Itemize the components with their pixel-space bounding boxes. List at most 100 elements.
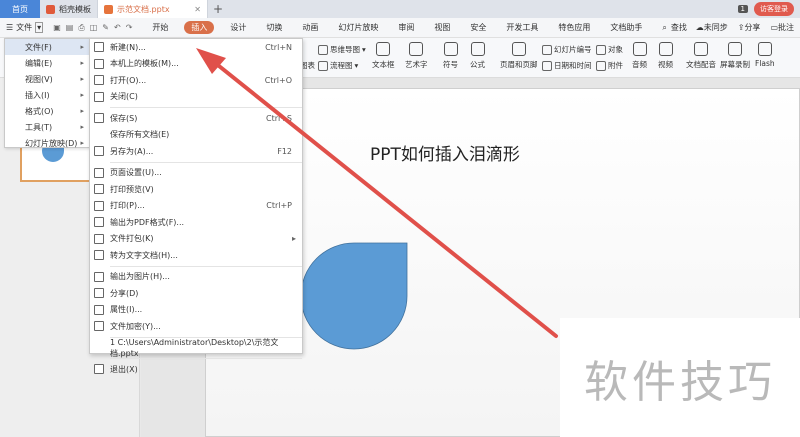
header-footer-button[interactable]: 页眉和页脚 (500, 42, 538, 70)
template-tab-label: 稻壳模板 (59, 4, 91, 14)
video-button[interactable]: 视频 (658, 42, 673, 70)
shortcut-label: Ctrl+N (265, 42, 292, 52)
flowchart-icon (318, 60, 328, 71)
menu-local-template[interactable]: 本机上的模板(M)... (90, 56, 302, 73)
audio-button[interactable]: 音频 (632, 42, 647, 70)
datetime-button[interactable]: 日期和时间 (542, 60, 592, 71)
tab-transition[interactable]: 切换 (262, 21, 286, 34)
omega-icon (443, 42, 458, 56)
menu-item-format[interactable]: 格式(O) ▸ (5, 103, 89, 119)
menu-encrypt[interactable]: 文件加密(Y)... (90, 318, 302, 335)
print-icon[interactable]: ⎙ (78, 23, 84, 33)
docer-icon (46, 4, 55, 14)
wordart-button[interactable]: 艺术字 (405, 42, 428, 70)
shortcut-label: F12 (277, 146, 292, 156)
search-label: 查找 (670, 23, 687, 32)
template-tab[interactable]: 稻壳模板 (40, 0, 98, 18)
template-icon (94, 58, 104, 69)
home-tab[interactable]: 首页 (0, 0, 40, 18)
menu-exit[interactable]: 退出(X) (90, 361, 302, 378)
undo-icon[interactable]: ↶ (114, 23, 121, 33)
flowchart-button[interactable]: 流程图 ▾ (318, 60, 358, 71)
tab-security[interactable]: 安全 (466, 21, 490, 34)
login-button[interactable]: 访客登录 (754, 2, 794, 16)
tab-design[interactable]: 设计 (226, 21, 250, 34)
menu-item-insert[interactable]: 插入(I) ▸ (5, 87, 89, 103)
symbol-button[interactable]: 符号 (443, 42, 458, 70)
menu-label: 转为文字文档(H)... (110, 250, 178, 260)
wordart-label: 艺术字 (405, 60, 428, 69)
preview-icon[interactable]: ◫ (90, 23, 98, 33)
close-tab-icon[interactable]: ✕ (194, 5, 201, 14)
formula-button[interactable]: 公式 (470, 42, 485, 70)
menu-print-preview[interactable]: 打印预览(V) (90, 181, 302, 198)
ppt-file-icon (104, 4, 113, 14)
slide-title[interactable]: PPT如何插入泪滴形 (370, 140, 520, 165)
menu-item-view[interactable]: 视图(V) ▸ (5, 71, 89, 87)
tab-animation[interactable]: 动画 (298, 21, 322, 34)
comment-label: 批注 (778, 23, 794, 32)
tab-view[interactable]: 视图 (430, 21, 454, 34)
slide-number-label: 幻灯片编号 (554, 45, 592, 54)
sync-status[interactable]: ☁未同步 (696, 22, 728, 33)
export-icon[interactable]: ▤ (66, 23, 74, 33)
menu-close[interactable]: 关闭(C) (90, 89, 302, 106)
menu-package[interactable]: 文件打包(K) ▸ (90, 231, 302, 248)
menu-label: 页面设置(U)... (110, 168, 162, 178)
tab-review[interactable]: 审阅 (394, 21, 418, 34)
menu-page-setup[interactable]: 页面设置(U)... (90, 165, 302, 182)
header-footer-icon (511, 42, 526, 56)
search-button[interactable]: ⌕ 查找 (658, 21, 694, 34)
format-painter-icon[interactable]: ✎ (102, 23, 109, 33)
paperclip-icon (596, 60, 606, 71)
menu-separator (110, 107, 302, 108)
audio-label: 音频 (632, 60, 647, 69)
menu-new[interactable]: 新建(N)... Ctrl+N (90, 39, 302, 56)
menu-print[interactable]: 打印(P)... Ctrl+P (90, 198, 302, 215)
tab-insert[interactable]: 插入 (184, 21, 215, 34)
textbox-button[interactable]: 文本框 (372, 42, 395, 70)
tab-slideshow[interactable]: 幻灯片放映 (334, 21, 382, 34)
dub-label: 文档配音 (686, 60, 716, 69)
share-button[interactable]: ⇪分享 (738, 22, 761, 33)
menu-item-slideshow[interactable]: 幻灯片放映(D) ▸ (5, 135, 89, 151)
object-label: 对象 (608, 45, 623, 54)
menu-save-as[interactable]: 另存为(A)... F12 (90, 143, 302, 160)
save-icon[interactable]: ▣ (53, 23, 61, 33)
tab-developer[interactable]: 开发工具 (502, 21, 542, 34)
mindmap-button[interactable]: 思维导图 ▾ (318, 44, 366, 55)
object-button[interactable]: 对象 (596, 44, 623, 55)
menu-save[interactable]: 保存(S) Ctrl+S (90, 110, 302, 127)
slide-number-button[interactable]: 幻灯片编号 (542, 44, 592, 55)
menu-item-edit[interactable]: 编辑(E) ▸ (5, 55, 89, 71)
tab-start[interactable]: 开始 (148, 21, 172, 34)
quick-access-toolbar: ▣ ▤ ⎙ ◫ ✎ ↶ ↷ (47, 23, 138, 33)
chevron-right-icon: ▸ (80, 75, 84, 83)
dub-button[interactable]: 文档配音 (686, 42, 716, 70)
menu-save-all[interactable]: 保存所有文档(E) (90, 127, 302, 144)
file-menu-button[interactable]: ☰ 文件 ▾ (0, 22, 47, 33)
doc-tab[interactable]: 示范文档.pptx ✕ (98, 0, 208, 18)
menu-item-file[interactable]: 文件(F) ▸ (5, 39, 89, 55)
page-count-badge: 1 (737, 5, 748, 13)
tab-features[interactable]: 特色应用 (554, 21, 594, 34)
comment-button[interactable]: ▭批注 (770, 22, 794, 33)
menu-export-pdf[interactable]: 输出为PDF格式(F)... (90, 214, 302, 231)
menu-convert-text[interactable]: 转为文字文档(H)... (90, 247, 302, 264)
new-tab-button[interactable]: + (208, 2, 228, 16)
menu-share[interactable]: 分享(D) (90, 285, 302, 302)
menu-label: 分享(D) (110, 288, 139, 298)
menu-recent-file[interactable]: 1 C:\Users\Administrator\Desktop\2\示范文档.… (90, 338, 302, 358)
menu-open[interactable]: 打开(O)... Ctrl+O (90, 72, 302, 89)
redo-icon[interactable]: ↷ (126, 23, 133, 33)
tab-doc-assistant[interactable]: 文档助手 (606, 21, 646, 34)
menu-properties[interactable]: 属性(I)... (90, 302, 302, 319)
object-icon (596, 44, 606, 55)
menu-export-image[interactable]: 输出为图片(H)... (90, 269, 302, 286)
attachment-button[interactable]: 附件 (596, 60, 623, 71)
menu-label: 输出为图片(H)... (110, 272, 170, 282)
screen-record-button[interactable]: 屏幕录制 (720, 42, 750, 70)
flash-button[interactable]: Flash (755, 42, 775, 68)
save-as-icon (94, 146, 104, 157)
menu-item-tools[interactable]: 工具(T) ▸ (5, 119, 89, 135)
